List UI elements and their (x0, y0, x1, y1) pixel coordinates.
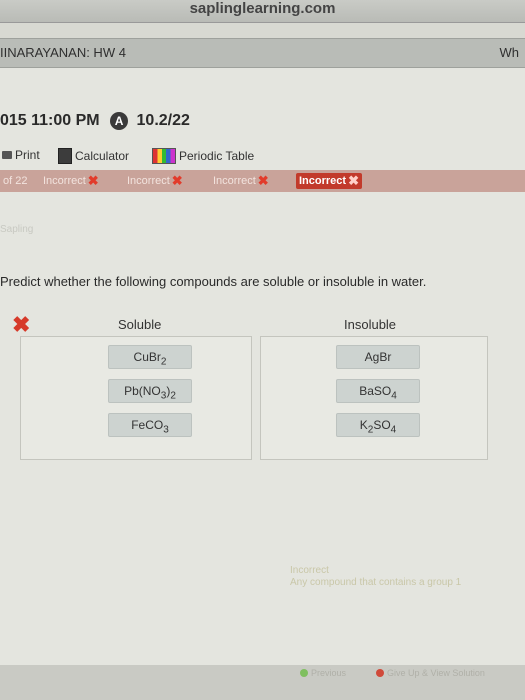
periodic-table-icon (152, 148, 176, 164)
attempt-label: Incorrect (43, 175, 86, 187)
question-number-label: of 22 (3, 175, 28, 187)
give-up-button[interactable]: Give Up & View Solution (376, 668, 485, 678)
incorrect-x-icon: ✖ (348, 173, 359, 188)
give-up-label: Give Up & View Solution (387, 668, 485, 678)
feedback-panel: Incorrect Any compound that contains a g… (290, 565, 525, 589)
course-header-right[interactable]: Wh (500, 45, 520, 60)
give-up-icon (376, 669, 384, 677)
previous-label: Previous (311, 668, 347, 678)
compound-chip-k2so4[interactable]: K2SO4 (336, 413, 420, 437)
late-icon: A (110, 112, 129, 130)
due-row: 015 11:00 PM A 10.2/22 (0, 112, 190, 130)
feedback-text: Any compound that contains a group 1 (290, 577, 462, 588)
compound-chip-cubr2[interactable]: CuBr2 (108, 345, 192, 369)
incorrect-x-icon: ✖ (87, 173, 99, 188)
feedback-title: Incorrect (290, 565, 329, 576)
question-toolbar: Print Calculator Periodic Table (0, 146, 525, 170)
compound-chip-baso4[interactable]: BaSO4 (336, 379, 420, 403)
print-button[interactable]: Print (2, 148, 40, 162)
insoluble-bin-label: Insoluble (344, 317, 397, 332)
bottom-action-bar: Previous Give Up & View Solution (0, 665, 525, 700)
attempt-label: Incorrect (299, 175, 347, 187)
compound-chip-agbr[interactable]: AgBr (336, 345, 420, 369)
compound-chip-pbno32[interactable]: Pb(NO3)2 (108, 379, 192, 403)
previous-icon (300, 669, 308, 677)
incorrect-result-icon: ✖ (12, 312, 31, 337)
question-text: Predict whether the following compounds … (0, 274, 427, 289)
attempt-label: Incorrect (127, 175, 170, 187)
soluble-bin-label: Soluble (118, 317, 162, 332)
faded-label: Sapling (0, 224, 34, 235)
printer-icon (2, 151, 12, 159)
due-time: 015 11:00 PM (0, 112, 100, 129)
calculator-label: Calculator (75, 149, 130, 163)
attempt-status-bar: of 22 Incorrect ✖ Incorrect ✖ Incorrect … (0, 170, 525, 192)
print-label: Print (15, 148, 40, 162)
calculator-icon (58, 148, 72, 164)
attempt-tab-3[interactable]: Incorrect ✖ (210, 173, 272, 189)
score-display: 10.2/22 (136, 112, 190, 129)
previous-button[interactable]: Previous (300, 668, 346, 678)
attempt-tab-2[interactable]: Incorrect ✖ (124, 173, 186, 189)
url-text: saplinglearning.com (189, 0, 336, 17)
course-header: IINARAYANAN: HW 4 Wh (0, 38, 525, 68)
soluble-bin[interactable]: CuBr2 Pb(NO3)2 FeCO3 (20, 336, 252, 460)
periodic-table-button[interactable]: Periodic Table (152, 148, 254, 164)
attempt-tab-current[interactable]: Incorrect ✖ (296, 173, 362, 189)
question-number: of 22 (0, 173, 30, 189)
attempt-tab-1[interactable]: Incorrect ✖ (40, 173, 102, 189)
calculator-button[interactable]: Calculator (58, 148, 129, 164)
incorrect-x-icon: ✖ (257, 173, 269, 188)
compound-chip-feco3[interactable]: FeCO3 (108, 413, 192, 437)
attempt-label: Incorrect (213, 175, 256, 187)
periodic-table-label: Periodic Table (179, 149, 255, 163)
incorrect-x-icon: ✖ (171, 173, 183, 188)
course-title: IINARAYANAN: HW 4 (0, 45, 126, 60)
browser-url-bar[interactable]: saplinglearning.com (0, 0, 525, 23)
insoluble-bin[interactable]: AgBr BaSO4 K2SO4 (260, 336, 488, 460)
